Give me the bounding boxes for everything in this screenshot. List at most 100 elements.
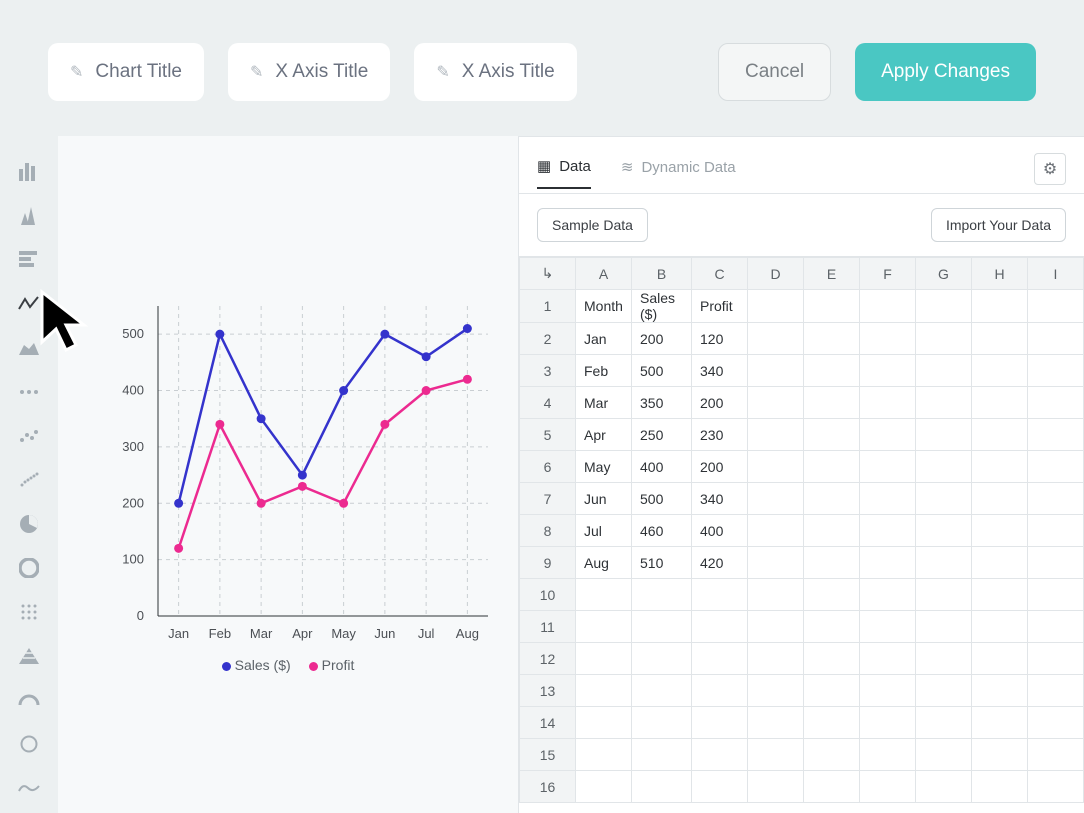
cell[interactable]: 120 [692, 323, 748, 355]
cell[interactable] [1028, 707, 1084, 739]
apply-changes-button[interactable]: Apply Changes [855, 43, 1036, 101]
cell[interactable]: 500 [632, 483, 692, 515]
cell[interactable] [804, 355, 860, 387]
cell[interactable]: 510 [632, 547, 692, 579]
col-header[interactable]: E [804, 258, 860, 290]
row-header[interactable]: 8 [520, 515, 576, 547]
cell[interactable]: Apr [576, 419, 632, 451]
cell[interactable]: Month [576, 290, 632, 323]
cell[interactable] [916, 323, 972, 355]
cell[interactable] [916, 419, 972, 451]
cell[interactable] [692, 739, 748, 771]
cell[interactable] [860, 483, 916, 515]
cell[interactable] [972, 323, 1028, 355]
cell[interactable] [860, 323, 916, 355]
cell[interactable] [748, 771, 804, 803]
cell[interactable] [748, 707, 804, 739]
col-header[interactable]: D [748, 258, 804, 290]
cell[interactable] [972, 515, 1028, 547]
cell[interactable] [632, 771, 692, 803]
cell[interactable] [692, 675, 748, 707]
row-header[interactable]: 1 [520, 290, 576, 323]
col-header[interactable]: A [576, 258, 632, 290]
cell[interactable] [804, 579, 860, 611]
cell[interactable] [632, 579, 692, 611]
cell[interactable] [1028, 547, 1084, 579]
cell[interactable] [748, 611, 804, 643]
cell[interactable] [860, 419, 916, 451]
cell[interactable] [916, 515, 972, 547]
cell[interactable] [916, 643, 972, 675]
cell[interactable] [860, 643, 916, 675]
cell[interactable] [748, 675, 804, 707]
cell[interactable] [860, 675, 916, 707]
row-header[interactable]: 3 [520, 355, 576, 387]
cell[interactable] [916, 547, 972, 579]
cell[interactable]: 340 [692, 355, 748, 387]
cell[interactable] [1028, 451, 1084, 483]
cell[interactable]: 460 [632, 515, 692, 547]
cell[interactable] [804, 290, 860, 323]
row-header[interactable]: 9 [520, 547, 576, 579]
cell[interactable] [916, 355, 972, 387]
row-header[interactable]: 14 [520, 707, 576, 739]
cell[interactable] [1028, 739, 1084, 771]
pie-chart-icon[interactable] [15, 510, 43, 538]
cell[interactable]: 230 [692, 419, 748, 451]
spreadsheet[interactable]: ↳ABCDEFGHI1MonthSales ($)Profit2Jan20012… [519, 256, 1084, 803]
row-header[interactable]: 2 [520, 323, 576, 355]
cell[interactable] [860, 290, 916, 323]
cell[interactable] [972, 355, 1028, 387]
cell[interactable] [972, 290, 1028, 323]
cancel-button[interactable]: Cancel [718, 43, 831, 101]
cell[interactable]: 400 [632, 451, 692, 483]
row-header[interactable]: 4 [520, 387, 576, 419]
cell[interactable]: 200 [632, 323, 692, 355]
cell[interactable] [860, 387, 916, 419]
cell[interactable]: 200 [692, 387, 748, 419]
cell[interactable]: Aug [576, 547, 632, 579]
cell[interactable] [1028, 355, 1084, 387]
cell[interactable] [1028, 611, 1084, 643]
row-header[interactable]: 7 [520, 483, 576, 515]
col-header[interactable]: H [972, 258, 1028, 290]
cell[interactable] [804, 771, 860, 803]
cell[interactable] [972, 419, 1028, 451]
cell[interactable] [1028, 483, 1084, 515]
settings-button[interactable]: ⚙ [1034, 153, 1066, 185]
cell[interactable] [972, 739, 1028, 771]
cell[interactable] [632, 611, 692, 643]
cell[interactable] [860, 707, 916, 739]
cell[interactable] [916, 771, 972, 803]
wave-icon[interactable] [15, 774, 43, 802]
bar-chart-icon[interactable] [15, 158, 43, 186]
cell[interactable] [972, 483, 1028, 515]
cell[interactable] [804, 323, 860, 355]
tab-dynamic-data[interactable]: ≋ Dynamic Data [621, 158, 736, 188]
cell[interactable] [860, 739, 916, 771]
cell[interactable] [804, 739, 860, 771]
x-axis-title-input[interactable]: ✎ X Axis Title [228, 43, 390, 101]
cell[interactable] [916, 675, 972, 707]
row-header[interactable]: 5 [520, 419, 576, 451]
cell[interactable] [972, 451, 1028, 483]
cell[interactable]: 500 [632, 355, 692, 387]
chart-title-input[interactable]: ✎ Chart Title [48, 43, 204, 101]
sheet-corner[interactable]: ↳ [520, 258, 576, 290]
cell[interactable] [916, 387, 972, 419]
cell[interactable] [1028, 387, 1084, 419]
cell[interactable] [748, 515, 804, 547]
dots-2-icon[interactable] [15, 422, 43, 450]
cell[interactable] [632, 675, 692, 707]
cell[interactable] [692, 707, 748, 739]
row-header[interactable]: 11 [520, 611, 576, 643]
cell[interactable] [748, 579, 804, 611]
row-header[interactable]: 15 [520, 739, 576, 771]
cell[interactable] [748, 739, 804, 771]
sample-data-button[interactable]: Sample Data [537, 208, 648, 242]
cell[interactable] [860, 355, 916, 387]
cell[interactable] [804, 387, 860, 419]
cell[interactable] [860, 611, 916, 643]
cell[interactable] [576, 739, 632, 771]
cell[interactable] [692, 611, 748, 643]
